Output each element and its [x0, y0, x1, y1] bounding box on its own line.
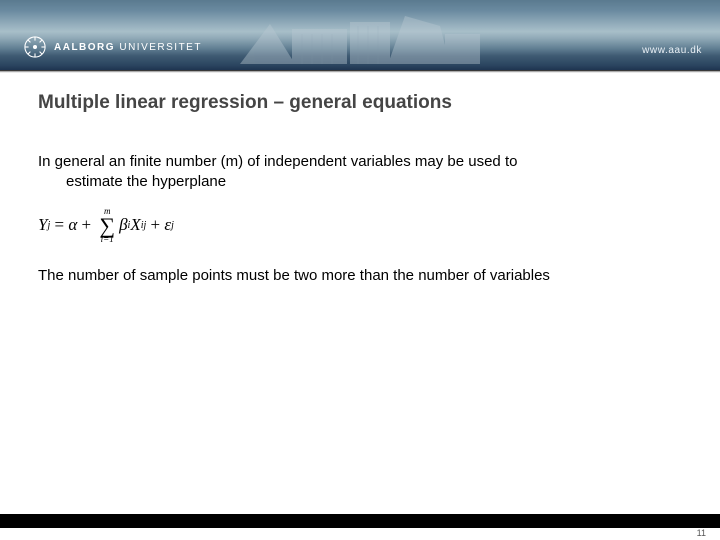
footer-bar — [0, 514, 720, 528]
eq-Y-sub: j — [47, 219, 50, 233]
banner-shadow — [0, 70, 720, 73]
eq-sum: m ∑ i=1 — [99, 207, 115, 245]
logo-sub: UNIVERSITET — [119, 42, 202, 53]
header-url: www.aau.dk — [642, 45, 702, 56]
para1-line1: In general an finite number (m) of indep… — [38, 153, 517, 170]
logo-main: AALBORG — [54, 42, 115, 53]
eq-beta: β — [119, 214, 127, 237]
paragraph-1: In general an finite number (m) of indep… — [38, 152, 682, 193]
paragraph-2: The number of sample points must be two … — [38, 266, 682, 286]
eq-alpha: α — [68, 214, 77, 237]
content-area: Multiple linear regression – general equ… — [38, 92, 682, 287]
eq-plus1: + — [82, 214, 92, 237]
eq-plus2: + — [151, 214, 161, 237]
slide: AALBORG UNIVERSITET www.aau.dk Multiple … — [0, 0, 720, 540]
body-text: In general an finite number (m) of indep… — [38, 152, 682, 287]
header-banner: AALBORG UNIVERSITET www.aau.dk — [0, 0, 720, 70]
banner-building-graphic — [210, 4, 510, 64]
aau-logo-mark — [24, 36, 46, 58]
page-number: 11 — [697, 528, 706, 538]
para1-line2: estimate the hyperplane — [38, 172, 682, 192]
equation: Yj = α + m ∑ i=1 βi Xij + εj — [38, 207, 682, 245]
eq-X: X — [130, 214, 140, 237]
slide-title: Multiple linear regression – general equ… — [38, 92, 682, 114]
eq-sum-symbol: ∑ — [99, 216, 115, 236]
eq-equals: = — [55, 214, 65, 237]
eq-eps-sub: j — [171, 219, 174, 233]
eq-X-sub: ij — [141, 219, 147, 233]
aau-logo-text: AALBORG UNIVERSITET — [54, 42, 202, 53]
aau-logo: AALBORG UNIVERSITET — [24, 36, 202, 58]
eq-sum-bot: i=1 — [101, 235, 114, 244]
